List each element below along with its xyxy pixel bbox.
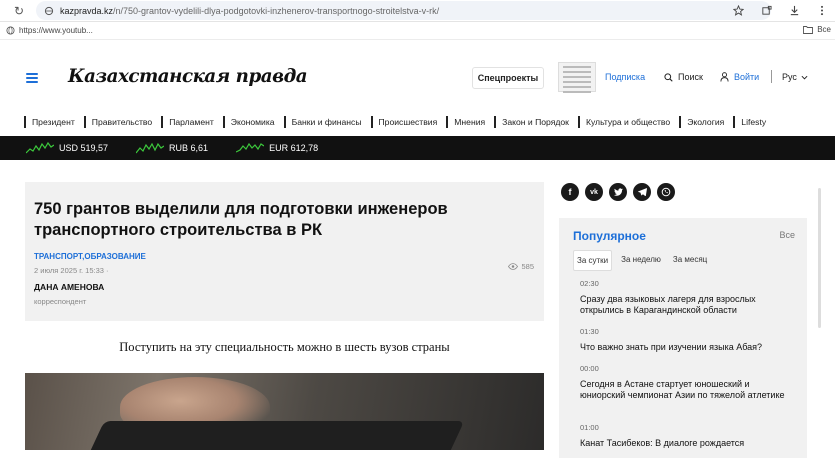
currency-label: EUR 612,78 xyxy=(269,143,319,153)
popular-item-text: Что важно знать при изучении языка Абая? xyxy=(580,342,763,352)
all-bookmarks[interactable]: Все xyxy=(803,25,831,34)
vk-icon[interactable]: vk xyxy=(585,183,603,201)
search-button[interactable]: Поиск xyxy=(664,72,703,82)
site-header: Казахстанская правда Спецпроекты Подписк… xyxy=(0,40,835,110)
subscribe-link[interactable]: Подписка xyxy=(605,72,645,82)
login-button[interactable]: Войти xyxy=(720,72,759,82)
nav-item-president[interactable]: Президент xyxy=(24,116,82,128)
tab-week[interactable]: За неделю xyxy=(618,250,664,271)
address-bar[interactable]: kazpravda.kz/n/750-grantov-vydelili-dlya… xyxy=(36,1,771,20)
currency-eur: EUR 612,78 xyxy=(236,141,318,155)
user-icon xyxy=(720,72,729,82)
popular-item[interactable]: 02:30 Сразу два языковых лагеря для взро… xyxy=(580,278,795,316)
scrollbar[interactable] xyxy=(818,188,821,328)
newspaper-thumbnail[interactable] xyxy=(558,62,596,93)
social-share-bar: f vk xyxy=(561,183,675,201)
photo-laptop xyxy=(85,421,465,450)
language-selector[interactable]: Рус xyxy=(782,72,808,82)
special-projects-button[interactable]: Спецпроекты xyxy=(472,67,544,89)
chevron-down-icon xyxy=(801,75,808,79)
hamburger-menu-icon[interactable] xyxy=(26,73,38,83)
popular-title: Популярное xyxy=(573,229,646,243)
nav-item-culture[interactable]: Культура и общество xyxy=(577,116,677,128)
tab-day[interactable]: За сутки xyxy=(573,250,613,271)
search-icon xyxy=(664,72,673,82)
download-icon[interactable] xyxy=(787,3,801,17)
article-lead: Поступить на эту специальность можно в ш… xyxy=(119,340,450,354)
popular-item-text: Сегодня в Астане стартует юношеский и юн… xyxy=(580,379,785,400)
nav-item-incidents[interactable]: Происшествия xyxy=(370,116,445,128)
browser-toolbar: ↻ kazpravda.kz/n/750-grantov-vydelili-dl… xyxy=(0,0,835,22)
bookmark-label: https://www.youtub... xyxy=(19,26,93,35)
popular-item-time: 02:30 xyxy=(580,279,599,288)
view-count: 585 xyxy=(508,262,534,271)
article-title: 750 грантов выделили для подготовки инже… xyxy=(34,200,448,239)
category-nav: Президент Правительство Парламент Эконом… xyxy=(0,112,835,132)
popular-item-time: 01:30 xyxy=(580,327,599,336)
telegram-icon[interactable] xyxy=(633,183,651,201)
url-path: /n/750-grantov-vydelili-dlya-podgotovki-… xyxy=(113,5,440,16)
author-role: корреспондент xyxy=(34,297,87,306)
language-label: Рус xyxy=(782,72,797,82)
login-label: Войти xyxy=(734,72,760,82)
popular-item[interactable]: 01:00 Канат Тасибеков: В диалоге рождает… xyxy=(580,422,795,449)
view-count-value: 585 xyxy=(521,262,534,271)
nav-item-parliament[interactable]: Парламент xyxy=(161,116,221,128)
article-photo xyxy=(25,373,544,450)
article-date: 2 июля 2025 г. 15:33 · xyxy=(34,266,109,275)
bookmark-item[interactable]: https://www.youtub... xyxy=(6,26,93,35)
nav-item-ecology[interactable]: Экология xyxy=(679,116,731,128)
currency-label: RUB 6,61 xyxy=(169,143,209,153)
trend-sparkline-icon xyxy=(136,142,165,154)
nav-item-lifestyle[interactable]: Lifesty xyxy=(733,116,773,128)
globe-icon xyxy=(6,26,15,35)
reload-icon[interactable]: ↻ xyxy=(14,5,26,17)
popular-item-text: Сразу два языковых лагеря для взрослых о… xyxy=(580,294,756,315)
site-logo[interactable]: Казахстанская правда xyxy=(68,65,308,87)
popular-item-text: Канат Тасибеков: В диалоге рождается xyxy=(580,438,745,448)
trend-sparkline-icon xyxy=(236,142,265,153)
popular-item[interactable]: 00:00 Сегодня в Астане стартует юношески… xyxy=(580,363,795,401)
popular-widget: Популярное Все За сутки За неделю За мес… xyxy=(559,218,807,458)
all-bookmarks-label: Все xyxy=(817,25,831,34)
popular-item[interactable]: 01:30 Что важно знать при изучении языка… xyxy=(580,326,795,353)
bookmarks-bar: https://www.youtub... Все xyxy=(0,22,835,40)
nav-item-government[interactable]: Правительство xyxy=(83,116,159,128)
article-header-card: 750 грантов выделили для подготовки инже… xyxy=(25,182,544,321)
popular-item-time: 01:00 xyxy=(580,423,599,432)
nav-item-opinions[interactable]: Мнения xyxy=(446,116,492,128)
popular-tabs: За сутки За неделю За месяц xyxy=(573,250,710,271)
currency-usd: USD 519,57 xyxy=(26,141,108,155)
url-host: kazpravda.kz xyxy=(60,5,114,16)
divider xyxy=(771,70,772,83)
nav-item-economy[interactable]: Экономика xyxy=(222,116,282,128)
twitter-icon[interactable] xyxy=(609,183,627,201)
facebook-icon[interactable]: f xyxy=(561,183,579,201)
currency-rub: RUB 6,61 xyxy=(136,141,208,155)
menu-dots-icon[interactable] xyxy=(815,3,829,17)
currency-bar: USD 519,57 RUB 6,61 EUR 612,78 xyxy=(0,136,835,160)
currency-label: USD 519,57 xyxy=(59,143,109,153)
author-name[interactable]: ДАНА АМЕНОВА xyxy=(34,282,104,292)
eye-icon xyxy=(508,263,519,270)
trend-sparkline-icon xyxy=(26,141,54,154)
whatsapp-icon[interactable] xyxy=(657,183,675,201)
tab-month[interactable]: За месяц xyxy=(670,250,710,271)
nav-item-law[interactable]: Закон и Порядок xyxy=(494,116,576,128)
bookmark-star-icon[interactable] xyxy=(731,3,745,17)
search-label: Поиск xyxy=(678,72,703,82)
article-categories[interactable]: ТРАНСПОРТ,ОБРАЗОВАНИЕ xyxy=(34,252,146,261)
popular-item-time: 00:00 xyxy=(580,364,599,373)
site-info-icon[interactable] xyxy=(44,6,54,16)
popular-all-link[interactable]: Все xyxy=(779,230,795,240)
nav-item-banks[interactable]: Банки и финансы xyxy=(283,116,369,128)
folder-icon xyxy=(803,26,814,34)
extensions-icon[interactable] xyxy=(759,3,773,17)
